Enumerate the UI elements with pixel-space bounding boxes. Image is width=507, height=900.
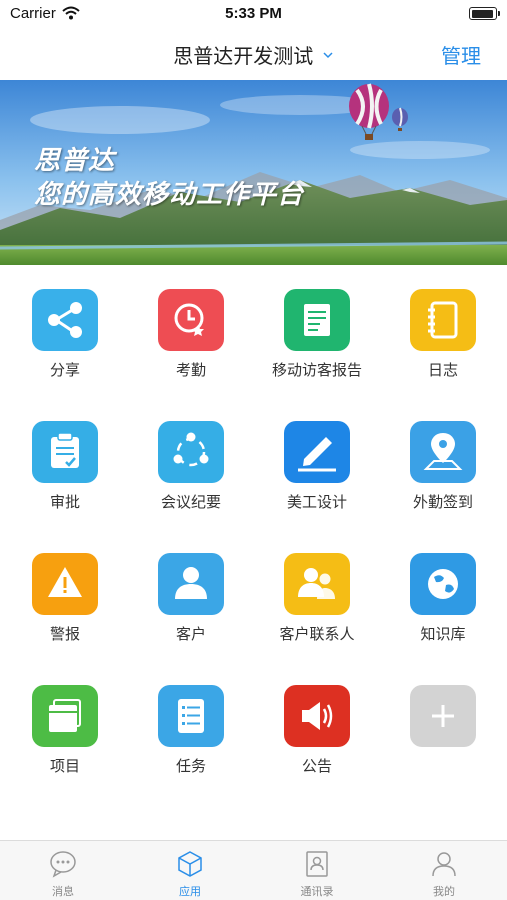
app-task[interactable]: 任务 [128, 661, 254, 775]
app-share[interactable]: 分享 [2, 265, 128, 379]
task-tile [158, 685, 224, 747]
app-label: 项目 [49, 758, 80, 775]
add-tile [410, 685, 476, 747]
knowledge-base-tile [410, 553, 476, 615]
app-label: 知识库 [420, 626, 466, 643]
nav-bar: 思普达开发测试 管理 [0, 30, 507, 78]
location-pin-icon [423, 433, 463, 470]
title-switcher[interactable]: 思普达开发测试 [0, 40, 507, 69]
log-tile [410, 289, 476, 351]
app-alert[interactable]: 警报 [2, 529, 128, 643]
tab-messages[interactable]: 消息 [0, 841, 126, 900]
status-bar: Carrier 5:33 PM [0, 0, 507, 30]
pencil-design-icon [298, 437, 336, 472]
app-label: 会议纪要 [160, 494, 221, 511]
customer-tile [158, 553, 224, 615]
app-customer[interactable]: 客户 [128, 529, 254, 643]
app-label: 客户联系人 [279, 626, 355, 643]
app-label: 任务 [175, 758, 206, 775]
app-field-checkin[interactable]: 外勤签到 [380, 397, 506, 511]
chevron-down-icon [323, 51, 333, 58]
customer-person-icon [175, 567, 207, 599]
app-design[interactable]: 美工设计 [254, 397, 380, 511]
banner[interactable]: 思普达 您的高效移动工作平台 [0, 80, 507, 265]
task-list-icon [178, 699, 204, 733]
meeting-people-icon [173, 432, 209, 467]
app-label: 审批 [49, 494, 80, 511]
attendance-clock-icon [174, 303, 204, 336]
tab-label: 消息 [52, 886, 74, 898]
meeting-tile [158, 421, 224, 483]
app-label: 客户 [175, 626, 206, 643]
cube-icon [178, 851, 202, 877]
tab-me[interactable]: 我的 [381, 841, 507, 900]
app-project[interactable]: 项目 [2, 661, 128, 775]
globe-icon [428, 569, 458, 599]
app-customer-contacts[interactable]: 客户联系人 [254, 529, 380, 643]
tab-apps[interactable]: 应用 [127, 841, 253, 900]
tab-contacts[interactable]: 通讯录 [254, 841, 380, 900]
app-visitor-report[interactable]: 移动访客报告 [254, 265, 380, 379]
app-label: 外勤签到 [412, 494, 473, 511]
tab-label: 通讯录 [300, 886, 334, 898]
warning-icon [48, 567, 82, 597]
tab-label: 应用 [179, 886, 201, 898]
banner-slogan: 您的高效移动工作平台 [34, 179, 305, 209]
app-attendance[interactable]: 考勤 [128, 265, 254, 379]
page-title: 思普达开发测试 [173, 46, 314, 68]
app-knowledge-base[interactable]: 知识库 [380, 529, 506, 643]
tab-bar: 消息 应用 通讯录 我的 [0, 840, 507, 900]
chat-bubble-icon [50, 851, 76, 878]
app-label: 日志 [427, 362, 458, 379]
tab-label: 我的 [433, 886, 455, 898]
customer-contacts-tile [284, 553, 350, 615]
attendance-tile [158, 289, 224, 351]
report-document-icon [304, 304, 330, 336]
notebook-icon [428, 301, 458, 339]
profile-icon [432, 852, 456, 877]
approval-clipboard-icon [51, 432, 79, 468]
app-announcement[interactable]: 公告 [254, 661, 380, 775]
announcement-tile [284, 685, 350, 747]
app-label: 警报 [49, 626, 80, 643]
clock: 5:33 PM [225, 5, 282, 22]
battery-icon [469, 7, 500, 20]
app-approval[interactable]: 审批 [2, 397, 128, 511]
contacts-people-icon [298, 568, 335, 599]
app-log[interactable]: 日志 [380, 265, 506, 379]
alert-tile [32, 553, 98, 615]
field-checkin-tile [410, 421, 476, 483]
address-book-icon [306, 851, 328, 877]
app-label: 考勤 [175, 362, 206, 379]
megaphone-icon [302, 702, 333, 730]
app-label: 分享 [49, 362, 80, 379]
project-tile [32, 685, 98, 747]
visitor-report-tile [284, 289, 350, 351]
banner-title: 思普达 [34, 145, 116, 175]
design-tile [284, 421, 350, 483]
manage-button[interactable]: 管理 [441, 40, 481, 69]
share-icon [48, 302, 82, 338]
app-label: 移动访客报告 [271, 362, 362, 379]
add-app-button[interactable] [380, 661, 506, 773]
app-meeting[interactable]: 会议纪要 [128, 397, 254, 511]
project-folder-icon [49, 699, 81, 732]
add-icon [432, 705, 454, 727]
approval-tile [32, 421, 98, 483]
app-label: 美工设计 [286, 494, 347, 511]
share-tile [32, 289, 98, 351]
app-label: 公告 [301, 758, 332, 775]
